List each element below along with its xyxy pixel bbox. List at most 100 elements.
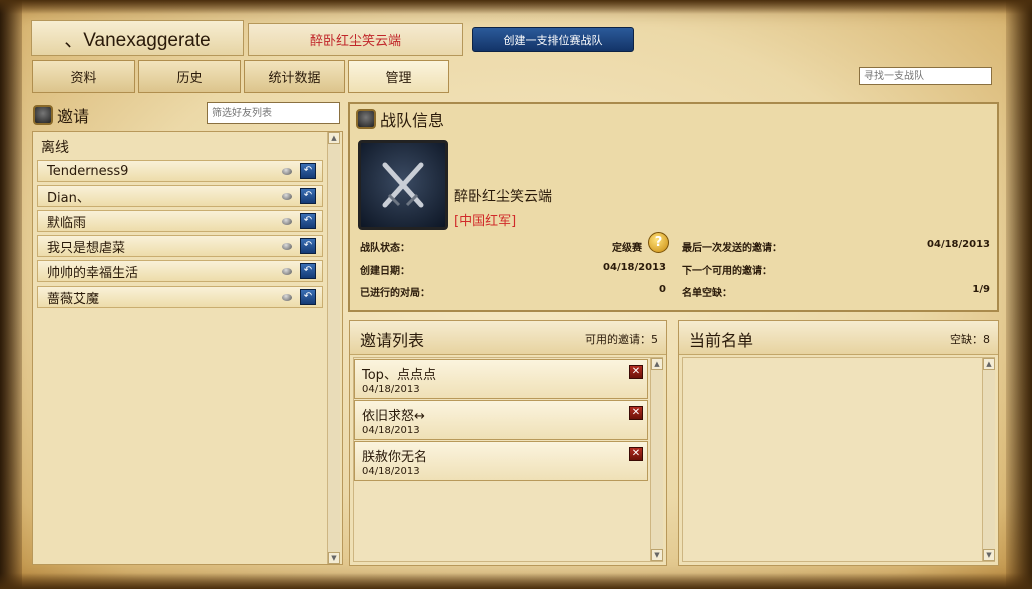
friends-list-panel: 离线 Tenderness9 ↶ Dian、 ↶ 默临雨 ↶ 我只是想虐菜 ↶ … [32,131,343,565]
stat-next-invite-label: 下一个可用的邀请： [682,266,772,277]
tab-history[interactable]: 历史 [138,60,241,93]
stat-games-value: 0 [659,284,666,295]
create-ranked-team-label: 创建一支排位赛战队 [503,33,603,47]
tab-manage-label: 管理 [385,71,412,86]
status-dot-icon [282,218,292,225]
roster-scrollbar[interactable]: ▲ ▼ [982,358,995,561]
invite-heading: 邀请 [33,103,89,127]
invitee-name: 朕赦你无名 [362,450,428,465]
remove-x-icon[interactable]: ✕ [629,365,643,379]
roster-header: 当前名单 空缺：8 [679,321,998,355]
team-emblem [358,140,448,230]
invite-arrow-icon[interactable]: ↶ [300,213,316,229]
team-info-panel: 战队信息 醉卧红尘笑云端 [中国红军] 战队状态： 定级赛 ? 创建日期： 04… [348,102,999,312]
offline-group-label: 离线 [41,140,69,156]
player-tab[interactable]: 、Vanexaggerate [31,20,244,56]
friend-row[interactable]: 帅帅的幸福生活 ↶ [37,260,323,282]
status-dot-icon [282,168,292,175]
invite-title: 邀请 [57,107,90,126]
tab-profile-label: 资料 [70,71,97,86]
stat-status-label: 战队状态： [360,243,410,254]
invite-list-header: 邀请列表 可用的邀请：5 [350,321,666,355]
roster-vacancy: 空缺：8 [950,333,990,346]
stat-last-invite-label: 最后一次发送的邀请： [682,243,782,254]
team-info-heading: 战队信息 [356,107,444,131]
filter-friends-input[interactable] [207,102,340,124]
friend-name: 默临雨 [47,215,87,231]
stat-status-value: 定级赛 [612,243,642,254]
crossed-swords-icon [382,162,424,208]
scroll-up-icon[interactable]: ▲ [651,358,663,370]
friend-name: Tenderness9 [47,163,129,179]
available-invites: 可用的邀请：5 [585,333,658,346]
friend-name: Dian、 [47,190,90,206]
tab-stats-label: 统计数据 [268,71,321,86]
invite-date: 04/18/2013 [362,466,420,477]
friend-name: 帅帅的幸福生活 [47,265,139,281]
remove-x-icon[interactable]: ✕ [629,406,643,420]
scroll-down-icon[interactable]: ▼ [651,549,663,561]
roster-list: ▲ ▼ [682,357,995,562]
invite-date: 04/18/2013 [362,384,420,395]
burnt-edge-top [0,0,1032,14]
create-ranked-team-button[interactable]: 创建一支排位赛战队 [472,27,634,52]
search-team-input[interactable] [859,67,992,85]
friend-row[interactable]: 我只是想虐菜 ↶ [37,235,323,257]
invite-list: Top、点点点 04/18/2013 ✕ 依旧求怒↔ 04/18/2013 ✕ … [353,357,663,562]
shield-icon [33,105,53,125]
team-server: [中国红军] [454,214,517,229]
stat-vacancy-value: 1/9 [972,284,990,295]
scroll-down-icon[interactable]: ▼ [328,552,340,564]
team-info-title: 战队信息 [380,111,445,130]
tab-profile[interactable]: 资料 [32,60,135,93]
stat-vacancy-label: 名单空缺： [682,288,732,299]
stat-created-label: 创建日期： [360,266,410,277]
invite-list-title: 邀请列表 [360,331,425,350]
invite-arrow-icon[interactable]: ↶ [300,163,316,179]
tab-manage[interactable]: 管理 [348,60,449,93]
invite-scrollbar[interactable]: ▲ ▼ [650,358,663,561]
team-tab-label: 醉卧红尘笑云端 [309,34,401,49]
team-name: 醉卧红尘笑云端 [454,189,552,205]
friend-row[interactable]: 蔷薇艾魔 ↶ [37,286,323,308]
invite-date: 04/18/2013 [362,425,420,436]
invite-list-panel: 邀请列表 可用的邀请：5 Top、点点点 04/18/2013 ✕ 依旧求怒↔ … [349,320,667,566]
scroll-down-icon[interactable]: ▼ [983,549,995,561]
stat-last-invite-value: 04/18/2013 [927,239,990,250]
burnt-edge-bottom [0,573,1032,589]
team-tab[interactable]: 醉卧红尘笑云端 [248,23,463,56]
invite-arrow-icon[interactable]: ↶ [300,263,316,279]
shield-icon [356,109,376,129]
friend-row[interactable]: 默临雨 ↶ [37,210,323,232]
burnt-edge-right [1006,0,1032,589]
invitee-name: 依旧求怒↔ [362,409,425,424]
friend-row[interactable]: Tenderness9 ↶ [37,160,323,182]
invite-arrow-icon[interactable]: ↶ [300,238,316,254]
list-item[interactable]: Top、点点点 04/18/2013 ✕ [354,359,648,399]
invite-arrow-icon[interactable]: ↶ [300,188,316,204]
player-name: 、Vanexaggerate [64,29,211,51]
status-dot-icon [282,243,292,250]
list-item[interactable]: 依旧求怒↔ 04/18/2013 ✕ [354,400,648,440]
friend-name: 蔷薇艾魔 [47,291,100,307]
stat-games-label: 已进行的对局： [360,288,430,299]
friend-row[interactable]: Dian、 ↶ [37,185,323,207]
roster-title: 当前名单 [689,331,754,350]
tab-stats[interactable]: 统计数据 [244,60,345,93]
roster-panel: 当前名单 空缺：8 ▲ ▼ [678,320,999,566]
friend-name: 我只是想虐菜 [47,240,126,256]
invite-arrow-icon[interactable]: ↶ [300,289,316,305]
friends-scrollbar[interactable]: ▲ ▼ [327,132,340,564]
status-dot-icon [282,268,292,275]
burnt-edge-left [0,0,22,589]
stat-created-value: 04/18/2013 [603,262,666,273]
scroll-up-icon[interactable]: ▲ [328,132,340,144]
status-dot-icon [282,193,292,200]
list-item[interactable]: 朕赦你无名 04/18/2013 ✕ [354,441,648,481]
help-icon[interactable]: ? [648,232,669,253]
scroll-up-icon[interactable]: ▲ [983,358,995,370]
tab-history-label: 历史 [176,71,203,86]
remove-x-icon[interactable]: ✕ [629,447,643,461]
status-dot-icon [282,294,292,301]
invitee-name: Top、点点点 [362,368,436,383]
